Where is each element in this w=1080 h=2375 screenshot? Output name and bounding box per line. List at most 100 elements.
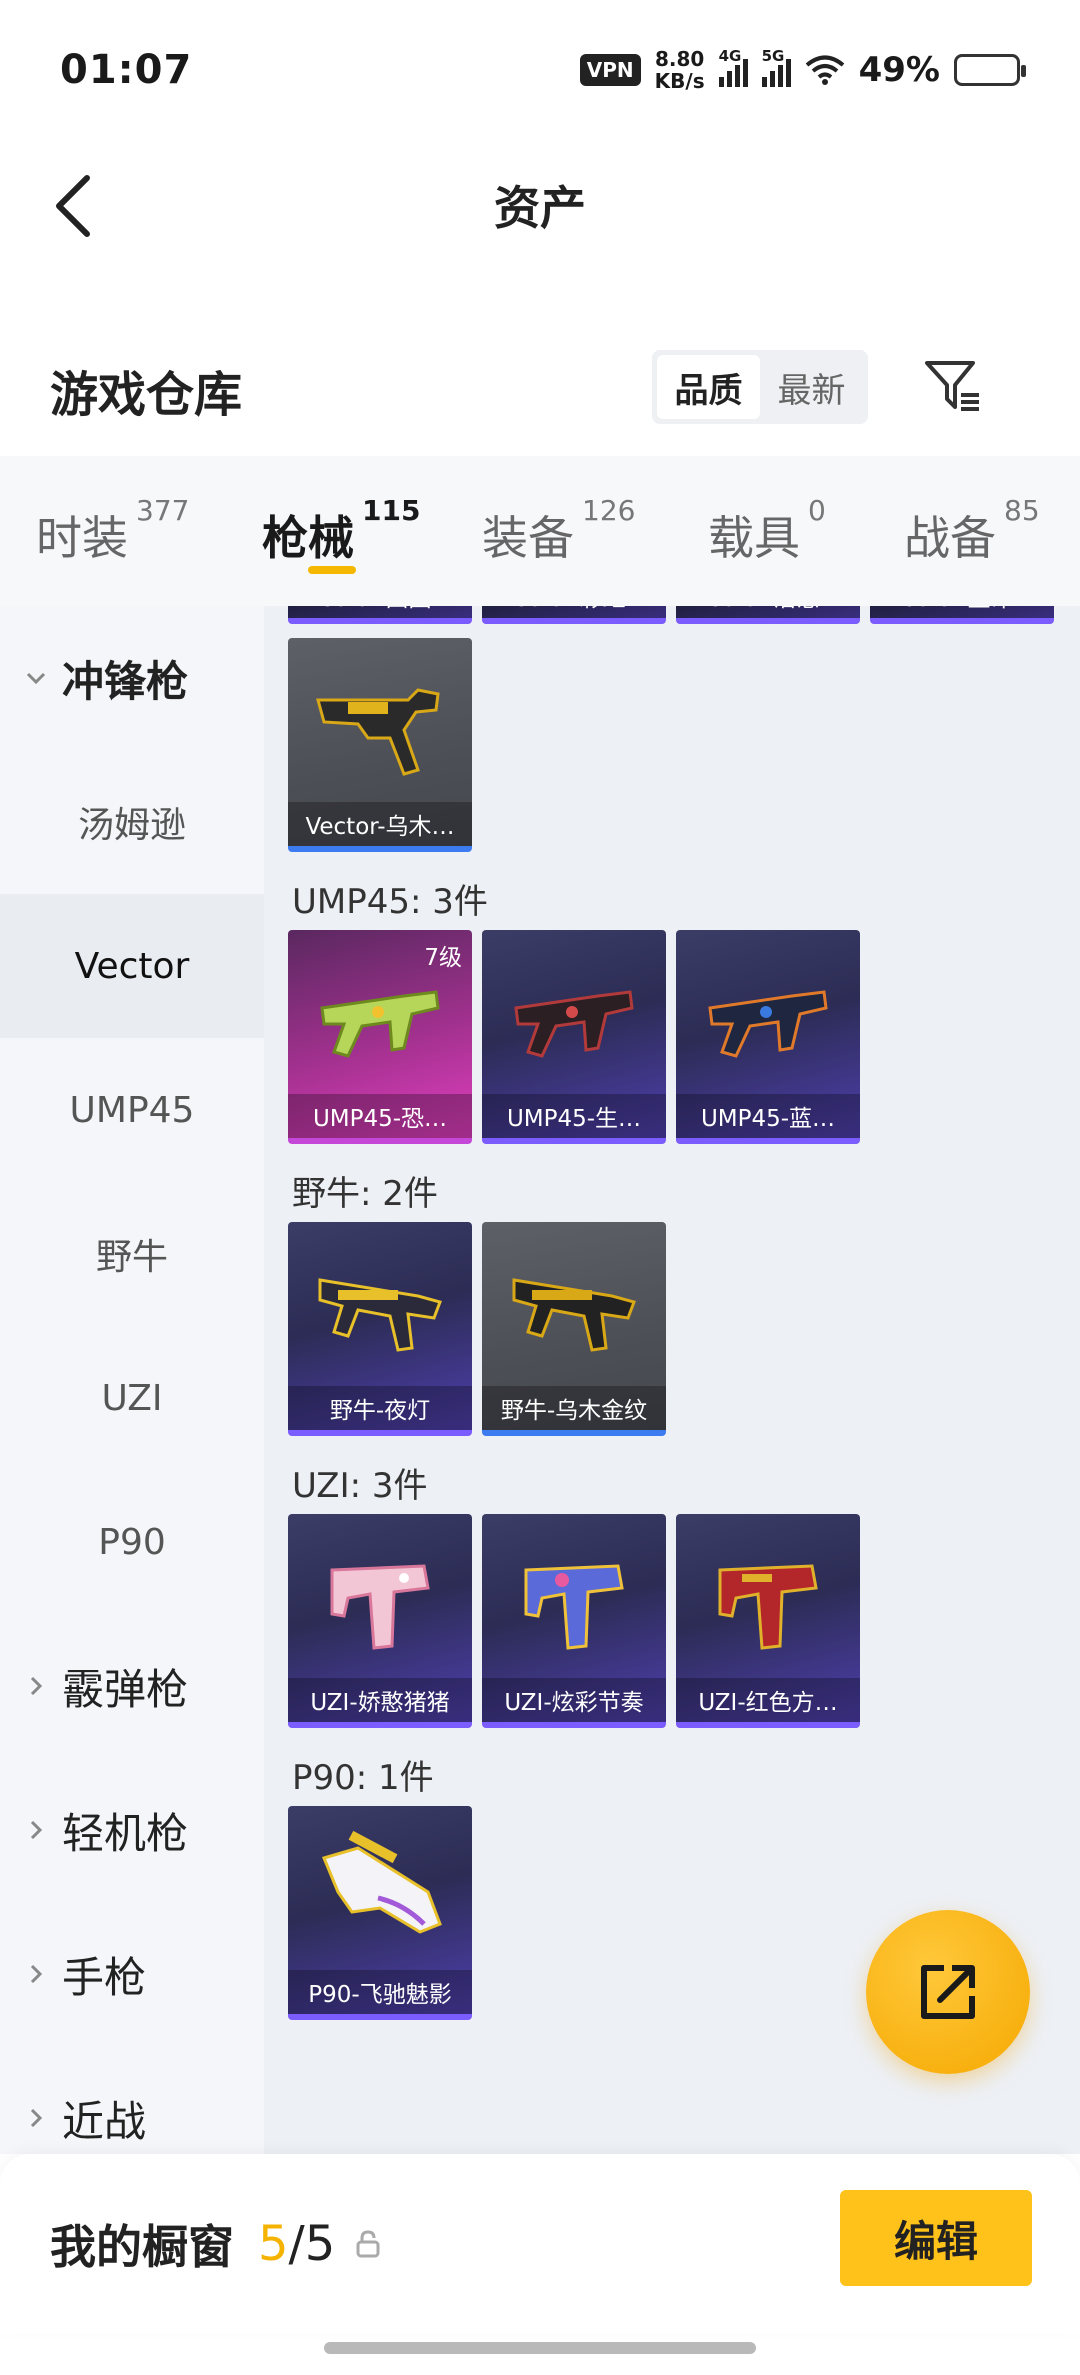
uzi-gun-icon xyxy=(524,1564,624,1650)
tab-count: 377 xyxy=(136,494,190,527)
lock-icon xyxy=(356,2230,380,2258)
tab-vehicles[interactable]: 载具 0 xyxy=(708,456,904,606)
tab-count: 85 xyxy=(1004,494,1040,527)
item-row: 7级 UMP45-恐… UMP45-生… UMP45-蓝… xyxy=(288,930,1068,1144)
sidebar-group-melee[interactable]: 近战 xyxy=(0,2046,264,2154)
item-card[interactable]: 7级 UMP45-恐… xyxy=(288,930,472,1144)
bizon-gun-icon xyxy=(512,1278,636,1352)
sidebar: 冲锋枪 汤姆逊 Vector UMP45 野牛 UZI P90 霰弹枪 轻机枪 … xyxy=(0,606,264,2154)
item-card[interactable]: UMP45-蓝… xyxy=(676,930,860,1144)
tab-supplies[interactable]: 战备 85 xyxy=(904,456,1074,606)
showcase-count-separator: / xyxy=(288,2216,305,2272)
sidebar-item-label: 冲锋枪 xyxy=(62,656,189,706)
chevron-down-icon xyxy=(26,672,46,685)
battery-percent: 49% xyxy=(858,50,940,90)
sidebar-group-lmg[interactable]: 轻机枪 xyxy=(0,1758,264,1902)
sidebar-item-label: 野牛 xyxy=(95,1237,168,1278)
sort-toggle: 品质 最新 xyxy=(652,350,868,424)
sidebar-item-ump45[interactable]: UMP45 xyxy=(0,1038,264,1182)
sidebar-item-thompson[interactable]: 汤姆逊 xyxy=(0,750,264,894)
section-title: P90: 1件 xyxy=(292,1757,434,1798)
item-card-name: UMP45-蓝… xyxy=(676,1094,860,1138)
item-card[interactable]: UZI-娇憨猪猪 xyxy=(288,1514,472,1728)
item-card-name: Vector-彩虹… xyxy=(482,606,666,618)
chevron-right-icon xyxy=(30,2108,43,2128)
ump45-gun-icon xyxy=(514,990,634,1058)
item-card[interactable]: UZI-红色方… xyxy=(676,1514,860,1728)
network-speed: 8.80 KB/s xyxy=(655,48,705,92)
sidebar-item-label: UZI xyxy=(101,1377,163,1419)
filter-button[interactable] xyxy=(918,352,988,422)
sidebar-item-label: Vector xyxy=(74,945,190,987)
item-card-name: Vector-治愈… xyxy=(676,606,860,618)
item-card[interactable]: Vector-治愈… xyxy=(676,606,860,624)
showcase-label: 我的橱窗 xyxy=(50,2220,234,2274)
sort-option-quality[interactable]: 品质 xyxy=(657,355,760,419)
signal-4g-icon: 4G xyxy=(718,47,748,87)
showcase-count-total: 5 xyxy=(304,2216,336,2272)
item-card[interactable]: Vector-彩虹… xyxy=(482,606,666,624)
warehouse-title: 游戏仓库 xyxy=(50,367,243,423)
item-card-name: UMP45-恐… xyxy=(288,1094,472,1138)
uzi-gun-icon xyxy=(330,1564,430,1650)
tab-fashion[interactable]: 时装 377 xyxy=(36,456,262,606)
item-card-name: UZI-炫彩节奏 xyxy=(482,1678,666,1722)
page-title: 资产 xyxy=(494,181,586,235)
tab-count: 126 xyxy=(582,494,636,527)
item-row: 野牛-夜灯 野牛-乌木金纹 xyxy=(288,1222,1068,1436)
sidebar-item-label: 近战 xyxy=(62,2096,147,2146)
tab-label: 战备 xyxy=(904,511,996,565)
uzi-gun-icon xyxy=(718,1564,818,1650)
sort-option-latest[interactable]: 最新 xyxy=(760,355,863,419)
back-button[interactable] xyxy=(38,168,108,244)
ump45-gun-icon xyxy=(708,990,828,1058)
section-title: 野牛: 2件 xyxy=(292,1173,438,1214)
item-card-name: Vector-乌木… xyxy=(288,802,472,846)
sidebar-item-p90[interactable]: P90 xyxy=(0,1470,264,1614)
sidebar-item-bizon[interactable]: 野牛 xyxy=(0,1182,264,1326)
item-row: UZI-娇憨猪猪 UZI-炫彩节奏 UZI-红色方… xyxy=(288,1514,1068,1728)
vector-gun-icon xyxy=(316,688,440,776)
sidebar-item-label: 霰弹枪 xyxy=(62,1664,189,1714)
signal-5g-label: 5G xyxy=(761,47,785,65)
sidebar-item-vector[interactable]: Vector xyxy=(0,894,264,1038)
item-card[interactable]: UMP45-生… xyxy=(482,930,666,1144)
signal-4g-label: 4G xyxy=(718,47,742,65)
tab-guns[interactable]: 枪械 115 xyxy=(262,456,482,606)
item-card[interactable]: P90-飞驰魅影 xyxy=(288,1806,472,2020)
category-tabs: 时装 377 枪械 115 装备 126 载具 0 战备 85 xyxy=(0,456,1080,606)
item-card[interactable]: 野牛-夜灯 xyxy=(288,1222,472,1436)
warehouse-header: 游戏仓库 品质 最新 xyxy=(0,330,1080,450)
item-card[interactable]: 野牛-乌木金纹 xyxy=(482,1222,666,1436)
status-bar: 01:07 VPN 8.80 KB/s 4G 5G 49% xyxy=(0,0,1080,140)
item-card[interactable]: Vector-生命… xyxy=(870,606,1054,624)
item-row: Vector-乌木… xyxy=(288,638,1068,852)
item-card-name: UZI-娇憨猪猪 xyxy=(288,1678,472,1722)
share-external-icon xyxy=(921,1965,975,2019)
showcase-count-current: 5 xyxy=(258,2216,289,2272)
tab-label: 装备 xyxy=(482,511,574,565)
sidebar-group-shotgun[interactable]: 霰弹枪 xyxy=(0,1614,264,1758)
tab-equipment[interactable]: 装备 126 xyxy=(482,456,708,606)
item-card-name: 野牛-夜灯 xyxy=(288,1386,472,1430)
ump45-gun-icon xyxy=(320,990,440,1058)
showcase-count: 5/5 xyxy=(258,2216,335,2272)
share-fab-button[interactable] xyxy=(866,1910,1030,2074)
sidebar-group-smg[interactable]: 冲锋枪 xyxy=(0,606,264,750)
signal-5g-icon: 5G xyxy=(761,47,791,87)
filter-icon xyxy=(925,361,979,411)
item-card-name: Vector-生命… xyxy=(870,606,1054,618)
item-card[interactable]: Vector-田园… xyxy=(288,606,472,624)
item-card[interactable]: UZI-炫彩节奏 xyxy=(482,1514,666,1728)
network-speed-value: 8.80 xyxy=(654,47,705,71)
sidebar-group-pistol[interactable]: 手枪 xyxy=(0,1902,264,2046)
home-indicator[interactable] xyxy=(324,2342,756,2354)
tab-underline xyxy=(308,566,356,574)
vpn-badge: VPN xyxy=(579,54,641,86)
tab-label: 枪械 xyxy=(262,511,354,565)
status-indicators: VPN 8.80 KB/s 4G 5G 49% xyxy=(579,47,1026,92)
sidebar-item-uzi[interactable]: UZI xyxy=(0,1326,264,1470)
edit-button[interactable]: 编辑 xyxy=(840,2190,1032,2286)
sidebar-item-label: 手枪 xyxy=(62,1952,147,2002)
item-card[interactable]: Vector-乌木… xyxy=(288,638,472,852)
